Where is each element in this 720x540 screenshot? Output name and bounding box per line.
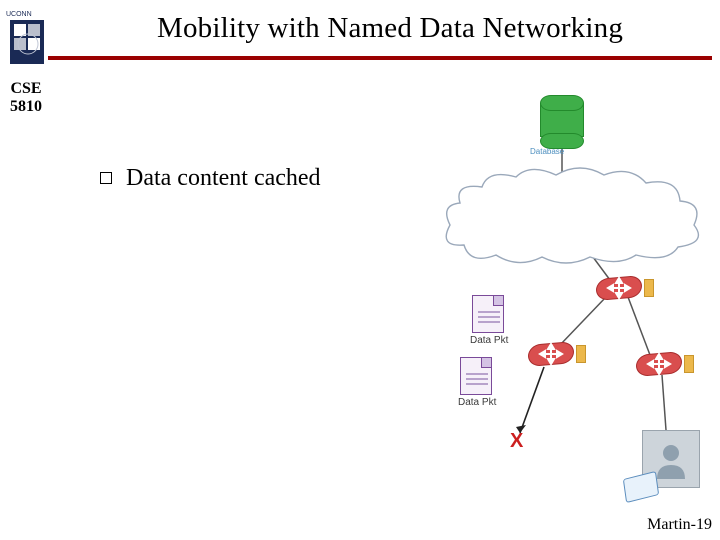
database-icon (540, 95, 584, 145)
cache-icon (644, 279, 654, 297)
slide-title: Mobility with Named Data Networking (80, 12, 700, 45)
course-num: 5810 (10, 98, 42, 115)
router-icon (596, 277, 642, 299)
data-packet-icon (460, 357, 492, 395)
cache-icon (576, 345, 586, 363)
router-icon (636, 353, 682, 375)
disconnect-x-icon: X (510, 430, 523, 453)
bullet-marker-icon (100, 172, 112, 184)
data-packet-label: Data Pkt (470, 335, 508, 346)
svg-text:UCONN: UCONN (6, 11, 32, 18)
router-icon (528, 343, 574, 365)
data-packet-icon (472, 295, 504, 333)
course-dept: CSE (10, 80, 41, 97)
cache-icon (684, 355, 694, 373)
slide-number: Martin-19 (647, 516, 712, 534)
course-code: CSE 5810 (4, 80, 48, 115)
ndn-diagram: Database (410, 85, 710, 505)
database-label: Database (530, 147, 564, 156)
title-underline (48, 56, 712, 60)
network-cloud-icon (430, 165, 710, 265)
bullet-item: Data content cached (100, 165, 321, 192)
data-packet-label: Data Pkt (458, 397, 496, 408)
uconn-logo: UCONN (6, 6, 50, 70)
bullet-text: Data content cached (126, 165, 321, 192)
